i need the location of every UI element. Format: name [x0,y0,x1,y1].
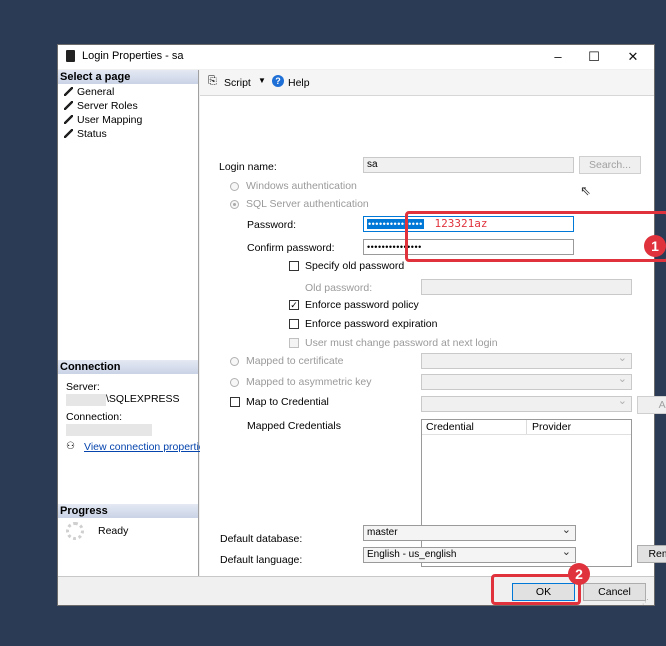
map-to-credential-label: Map to Credential [246,396,329,408]
connection-header: Connection [58,360,198,374]
old-password-input[interactable] [421,279,632,295]
sidebar-item-general[interactable]: General [64,85,114,99]
title-bar: Login Properties - sa – ☐ ✕ [58,45,654,69]
sql-auth-radio[interactable] [230,200,239,209]
toolbar: ⎘ Script ▼ ? Help [200,70,654,96]
mouse-cursor-icon: ⇖ [580,183,591,198]
close-button[interactable]: ✕ [615,45,651,69]
wrench-icon [64,115,73,124]
table-header-row: Credential Provider [422,420,631,435]
connection-value-redacted [66,424,152,436]
password-label: Password: [247,219,297,231]
remove-credential-button[interactable]: Remove [637,545,666,563]
script-dropdown-icon[interactable]: ▼ [258,76,266,85]
add-credential-button[interactable]: Add [637,396,666,414]
login-properties-dialog: Login Properties - sa – ☐ ✕ Select a pag… [57,44,666,606]
confirm-password-label: Confirm password: [247,242,335,254]
wrench-icon [64,101,73,110]
column-provider[interactable]: Provider [532,421,571,433]
wrench-icon [64,87,73,96]
sidebar-item-user-mapping[interactable]: User Mapping [64,113,142,127]
connection-label: Connection: [66,411,123,423]
annotation-badge-1: 1 [644,235,666,257]
window-app-icon [66,50,75,62]
script-button[interactable]: Script [224,77,251,89]
credential-select[interactable] [421,396,632,412]
column-divider [526,420,527,434]
mapped-credentials-table: Credential Provider [421,419,632,567]
sidebar: Select a page General Server Roles User … [58,70,210,576]
default-language-select[interactable]: English - us_english [363,547,576,563]
windows-auth-radio[interactable] [230,182,239,191]
asymmetric-key-select[interactable] [421,374,632,390]
general-page: ⎘ Script ▼ ? Help Login name: sa Search.… [200,70,666,576]
default-database-select[interactable]: master [363,525,576,541]
sql-auth-label: SQL Server authentication [246,198,369,210]
login-name-label: Login name: [219,161,277,173]
sidebar-item-server-roles[interactable]: Server Roles [64,99,138,113]
default-database-label: Default database: [220,533,303,545]
minimize-button[interactable]: – [540,45,576,69]
column-credential[interactable]: Credential [426,421,474,433]
must-change-checkbox[interactable] [289,338,299,348]
progress-header: Progress [58,504,198,518]
progress-spinner-icon [66,522,84,540]
window-title: Login Properties - sa [82,50,184,62]
mapped-certificate-radio[interactable] [230,357,239,366]
help-icon: ? [272,75,284,87]
search-button[interactable]: Search... [579,156,641,174]
server-name-redacted [66,394,106,406]
enforce-expiration-label: Enforce password expiration [305,318,438,330]
enforce-policy-checkbox[interactable]: ✓ [289,300,299,310]
specify-old-password-checkbox[interactable] [289,261,299,271]
maximize-button[interactable]: ☐ [576,45,612,69]
old-password-label: Old password: [305,282,373,294]
mapped-certificate-label: Mapped to certificate [246,355,344,367]
help-button[interactable]: Help [288,77,310,89]
progress-status: Ready [98,525,129,537]
mapped-asymmetric-key-label: Mapped to asymmetric key [246,376,372,388]
highlight-box-password [405,211,666,262]
resize-grip-icon[interactable]: ⋰ [642,598,649,606]
cancel-button[interactable]: Cancel [583,583,646,601]
annotation-badge-2: 2 [568,563,590,585]
server-label: Server: [66,381,100,393]
connection-properties-icon: ⚇ [66,441,75,452]
mapped-credentials-label: Mapped Credentials [247,420,341,432]
default-language-label: Default language: [220,554,303,566]
view-connection-properties-link[interactable]: View connection properties [84,441,210,453]
certificate-select[interactable] [421,353,632,369]
highlight-box-ok [491,574,581,605]
windows-auth-label: Windows authentication [246,180,357,192]
select-page-header: Select a page [58,70,198,84]
sidebar-item-status[interactable]: Status [64,127,107,141]
server-value: \SQLEXPRESS [106,393,180,405]
enforce-policy-label: Enforce password policy [305,299,419,311]
wrench-icon [64,129,73,138]
mapped-asymmetric-key-radio[interactable] [230,378,239,387]
script-icon: ⎘ [208,75,217,87]
enforce-expiration-checkbox[interactable] [289,319,299,329]
login-name-input[interactable]: sa [363,157,574,173]
specify-old-password-label: Specify old password [305,260,405,272]
map-to-credential-checkbox[interactable] [230,397,240,407]
must-change-label: User must change password at next login [305,337,498,349]
